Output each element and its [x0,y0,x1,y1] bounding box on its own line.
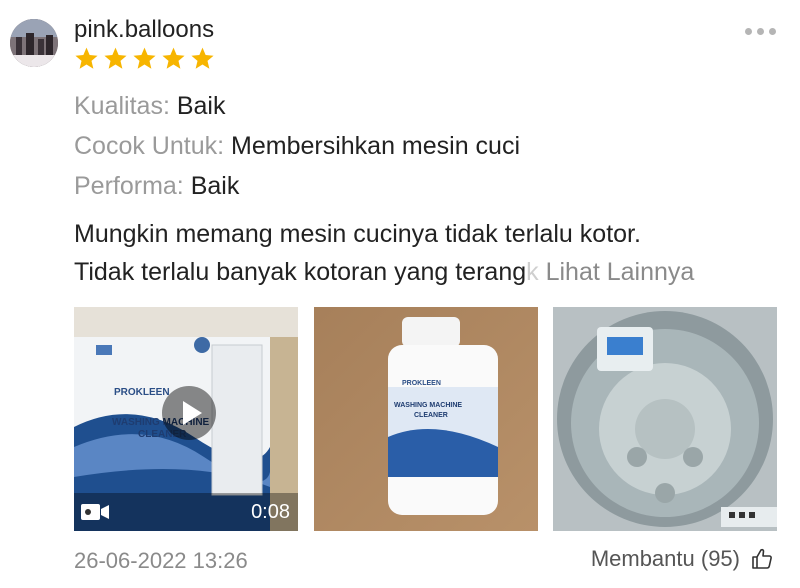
star-icon [133,47,156,69]
video-camera-icon [81,504,109,520]
review-text-faded: k [526,258,539,286]
play-icon [183,401,202,425]
attribute-value: Baik [176,92,226,120]
attribute-suitable-for: Cocok Untuk: Membersihkan mesin cuci [74,132,520,161]
dot-icon [745,28,752,35]
see-more-link[interactable]: Lihat Lainnya [546,258,695,286]
attribute-value: Membersihkan mesin cuci [231,132,521,160]
review-text-line-2: Tidak terlalu banyak kotoran yang terang… [74,258,694,287]
attribute-key: Kualitas: [74,92,170,120]
washing-machine-drum-image [553,307,777,531]
more-options-button[interactable] [745,28,776,35]
thumbs-up-icon [752,548,772,569]
review-text: Tidak terlalu banyak kotoran yang terang [74,258,527,286]
rating-stars [74,46,215,71]
username[interactable]: pink.balloons [74,16,214,44]
review-text-line-1: Mungkin memang mesin cucinya tidak terla… [74,220,641,248]
avatar[interactable] [10,19,58,67]
product-bottle-image: PROKLEEN WASHING MACHINE CLEANER [314,307,538,531]
attribute-performance: Performa: Baik [74,172,239,201]
star-icon [75,47,98,69]
star-icon [162,47,185,69]
review-photo-2[interactable] [553,307,777,531]
brand-text: PROKLEEN [402,380,441,387]
dot-icon [769,28,776,35]
dot-icon [757,28,764,35]
attribute-key: Performa: [74,172,184,200]
video-duration: 0:08 [251,501,290,523]
helpful-label: Membantu (95) [590,546,740,571]
review-photo-1[interactable]: PROKLEEN WASHING MACHINE CLEANER [314,307,538,531]
product-name-line-2: CLEANER [414,412,448,419]
helpful-button[interactable]: Membantu (95) [591,546,774,572]
review-date: 26-06-2022 13:26 [74,548,248,573]
star-icon [191,47,214,69]
product-name-line-1: WASHING MACHINE [394,402,462,409]
star-icon [104,47,127,69]
attribute-quality: Kualitas: Baik [74,92,225,121]
avatar-image [10,19,58,67]
review-video-thumbnail[interactable]: PROKLEEN WASHING MACHINE CLEANER 0:08 [74,307,298,531]
attribute-value: Baik [190,172,240,200]
play-button[interactable] [162,386,216,440]
attribute-key: Cocok Untuk: [74,132,225,160]
